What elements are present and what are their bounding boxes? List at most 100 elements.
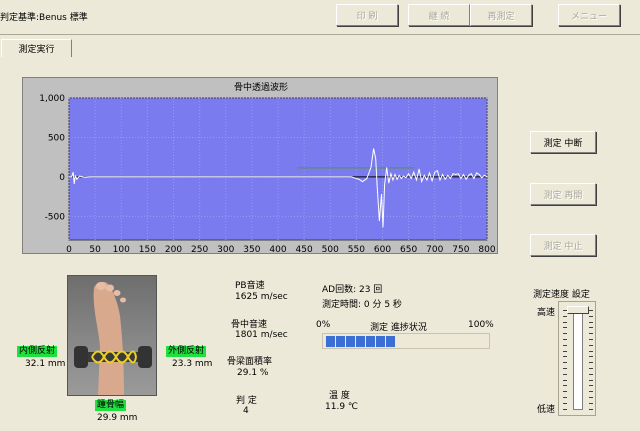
x-tick-label: 300 [217, 245, 234, 255]
remeasure-button-main[interactable]: 再測定 [470, 4, 532, 26]
slider-tick [589, 356, 593, 358]
slider-tick [563, 327, 567, 329]
slider-tick [589, 339, 593, 340]
slider-tick [589, 397, 593, 398]
waveform-chart-svg: 骨中透過波形 0 50 100 150 200 250 300 350 400 450 500 550… [39, 81, 496, 255]
progress-segment [386, 336, 395, 347]
x-tick-label: 500 [322, 245, 339, 255]
slider-tick [563, 333, 567, 335]
slider-tick [589, 321, 593, 323]
x-tick-label: 400 [269, 245, 286, 255]
inner-reflection-value: 32.1 mm [25, 359, 66, 369]
x-tick-label: 600 [374, 245, 391, 255]
trabecular-area-value: 29.1 % [237, 368, 269, 378]
slider-tick [563, 315, 567, 317]
y-tick-label: -500 [45, 212, 66, 222]
standard-label: 判定基準:Benus 標準 [0, 13, 88, 23]
progress-segment [326, 336, 335, 347]
judgement-label: 判 定 [236, 396, 257, 406]
slider-tick [589, 391, 593, 393]
bone-speed-value: 1801 m/sec [235, 330, 288, 340]
slider-tick [563, 362, 567, 364]
slider-tick [563, 408, 567, 410]
slider-tick [563, 373, 567, 375]
progress-end-label: 100% [468, 320, 494, 330]
judgement-value: 4 [243, 406, 249, 416]
slider-tick [589, 385, 593, 387]
chart-title: 骨中透過波形 [234, 81, 288, 93]
progress-segment [376, 336, 385, 347]
slider-tick [563, 397, 567, 398]
progress-title: 測定 進捗状況 [370, 323, 427, 333]
progress-segment [336, 336, 345, 347]
speed-setting-title: 測定速度 設定 [533, 290, 590, 300]
progress-bar [322, 333, 490, 349]
inner-reflection-label: 内側反射 [17, 346, 58, 357]
x-tick-label: 50 [89, 245, 101, 255]
speed-high-label: 高速 [537, 308, 556, 318]
slider-tick [589, 333, 593, 335]
slider-tick [589, 379, 593, 381]
x-tick-label: 350 [243, 245, 260, 255]
resume-measurement-button[interactable]: 測定 再開 [530, 183, 596, 205]
waveform-chart: 骨中透過波形 0 50 100 150 200 250 300 350 400 450 500 550… [22, 77, 498, 255]
temperature-label: 温 度 [329, 391, 350, 401]
slider-tick [589, 402, 593, 404]
bone-speed-label: 骨中音速 [231, 320, 268, 330]
x-tick-label: 750 [452, 245, 469, 255]
x-tick-label: 650 [400, 245, 417, 255]
slider-tick [589, 315, 593, 317]
x-tick-label: 250 [191, 245, 208, 255]
slider-tick [563, 391, 567, 393]
slider-tick [563, 379, 567, 381]
slider-tick [563, 321, 567, 323]
header-divider [0, 34, 640, 35]
y-tick-label: 0 [59, 173, 65, 183]
pause-measurement-button[interactable]: 測定 中断 [530, 131, 596, 153]
progress-segment [346, 336, 355, 347]
x-tick-label: 800 [478, 245, 495, 255]
heel-width-label: 踵骨幅 [95, 400, 127, 411]
speed-slider-thumb[interactable] [567, 306, 589, 314]
x-tick-label: 700 [426, 245, 443, 255]
trabecular-area-label: 骨梁面積率 [227, 357, 273, 367]
progress-segment [366, 336, 375, 347]
outer-reflection-label: 外側反射 [166, 346, 207, 357]
progress-start-label: 0% [316, 320, 331, 330]
slider-tick [563, 350, 567, 352]
ad-count: AD回数: 23 回 [322, 285, 383, 295]
x-tick-label: 150 [139, 245, 156, 255]
speed-slider-track [573, 308, 583, 410]
heel-width-value: 29.9 mm [97, 413, 138, 423]
continue-button[interactable]: 継 続 [408, 4, 470, 26]
foot-illustration [74, 281, 152, 395]
tab-label: 測定実行 [18, 45, 55, 55]
slider-tick [589, 344, 593, 346]
tab-measurement[interactable]: 測定実行 [1, 39, 72, 57]
slider-tick [563, 368, 567, 369]
print-button[interactable]: 印 刷 [336, 4, 398, 26]
foot-image [67, 275, 157, 396]
slider-tick [563, 344, 567, 346]
stop-measurement-button[interactable]: 測定 中止 [530, 234, 596, 256]
slider-tick [589, 350, 593, 352]
progress-segment [356, 336, 365, 347]
slider-tick [589, 362, 593, 364]
pb-speed-label: PB音速 [235, 281, 265, 291]
x-tick-label: 550 [348, 245, 365, 255]
speed-low-label: 低速 [537, 405, 556, 415]
x-tick-label: 100 [113, 245, 130, 255]
slider-tick [589, 310, 593, 311]
speed-slider[interactable] [558, 301, 596, 416]
temperature-value: 11.9 ℃ [325, 402, 359, 412]
menu-button[interactable]: メニュー [558, 4, 620, 26]
slider-tick [563, 339, 567, 340]
slider-tick [563, 385, 567, 387]
y-tick-label: 500 [48, 133, 65, 143]
pb-speed-value: 1625 m/sec [235, 292, 288, 302]
slider-tick [589, 373, 593, 375]
measurement-time: 測定時間: 0 分 5 秒 [322, 300, 402, 310]
slider-tick [589, 408, 593, 410]
slider-tick [589, 368, 593, 369]
slider-tick [563, 356, 567, 358]
